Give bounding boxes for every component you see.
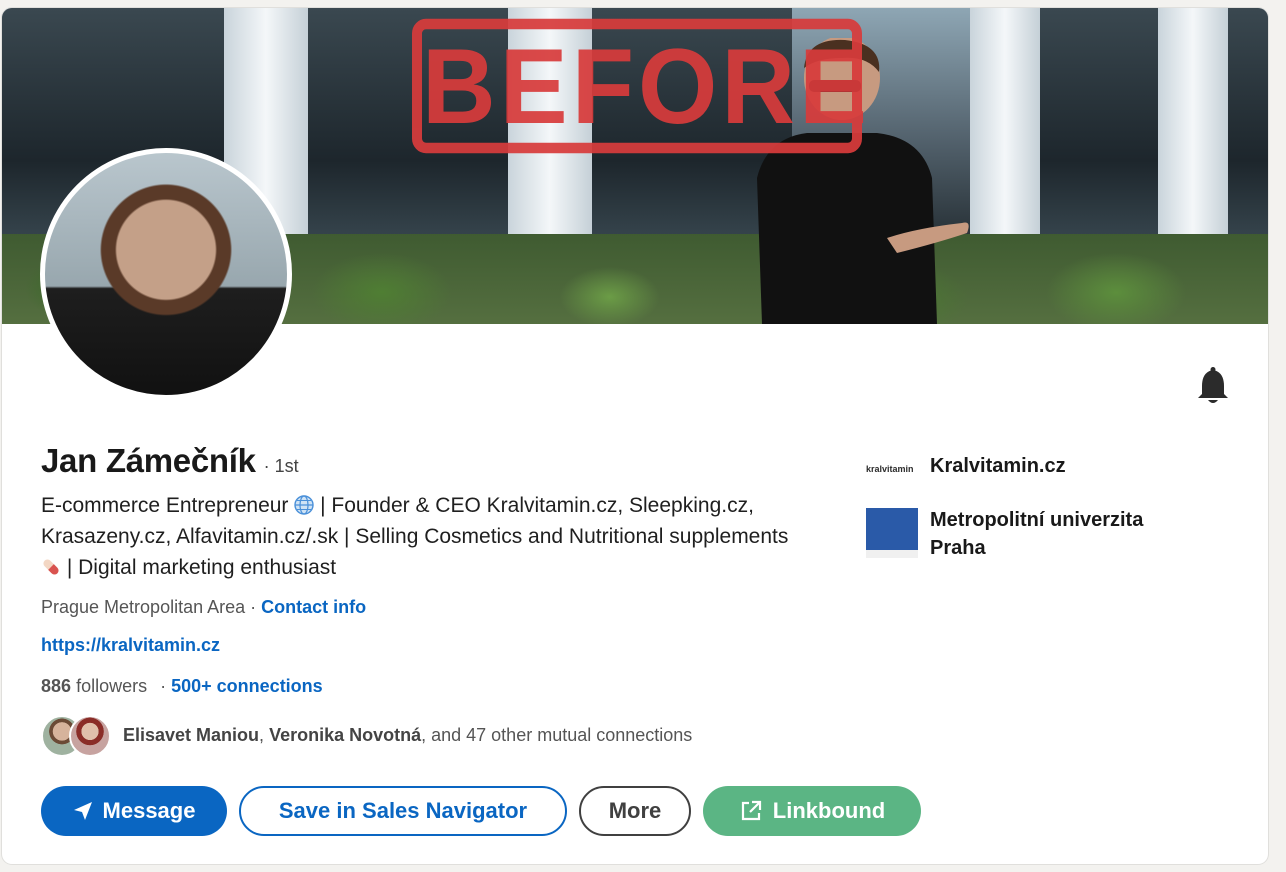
website-link[interactable]: https://kralvitamin.cz [41, 635, 220, 655]
profile-card: BEFORE Jan Zámečník · 1st E-commerce Ent… [2, 8, 1268, 864]
mutual-avatar [69, 715, 111, 757]
globe-icon [294, 495, 314, 515]
followers-row: 886 followers · 500+ connections [41, 676, 323, 697]
connection-degree: · 1st [263, 456, 299, 476]
separator-dot: · [160, 676, 167, 696]
profile-avatar[interactable] [40, 148, 292, 400]
company-logo: kralvitamin [866, 464, 914, 474]
pill-icon [43, 559, 59, 575]
before-stamp: BEFORE [412, 18, 867, 154]
mutual-connections[interactable]: Elisavet Maniou, Veronika Novotná, and 4… [41, 713, 692, 757]
more-button[interactable]: More [579, 786, 691, 836]
headline-text-3: | Digital marketing enthusiast [66, 556, 337, 579]
website-row: https://kralvitamin.cz [41, 635, 220, 656]
company-item[interactable]: kralvitamin Kralvitamin.cz [866, 452, 1190, 484]
location-text: Prague Metropolitan Area [41, 597, 246, 617]
mutual-name-1: Elisavet Maniou [123, 724, 260, 745]
school-logo [866, 508, 918, 558]
save-sales-navigator-button[interactable]: Save in Sales Navigator [239, 786, 567, 836]
contact-info-link[interactable]: Contact info [261, 597, 366, 617]
company-name: Kralvitamin.cz [930, 455, 1066, 477]
connections-link[interactable]: 500+ connections [171, 676, 323, 696]
mutual-name-2: Veronika Novotná [269, 724, 422, 745]
experience-summary: kralvitamin Kralvitamin.cz Metropolitní … [866, 452, 1190, 584]
profile-headline: E-commerce Entrepreneur | Founder & CEO … [41, 490, 801, 583]
school-item[interactable]: Metropolitní univerzita Praha [866, 506, 1190, 562]
followers-label: followers [76, 676, 148, 696]
message-button[interactable]: Message [41, 786, 227, 836]
linkbound-button[interactable]: Linkbound [703, 786, 921, 836]
mutual-rest: , and 47 other mutual connections [421, 724, 693, 745]
school-name: Metropolitní univerzita Praha [930, 509, 1144, 559]
followers-count: 886 [41, 676, 72, 696]
send-icon [73, 802, 92, 820]
mutual-avatars [41, 713, 115, 757]
location-row: Prague Metropolitan Area · Contact info [41, 597, 367, 617]
name-row: Jan Zámečník · 1st [41, 442, 299, 480]
bell-icon[interactable] [1196, 366, 1230, 406]
external-link-icon [741, 800, 761, 821]
action-buttons: Message Save in Sales Navigator More Lin… [41, 786, 921, 836]
profile-name: Jan Zámečník [41, 442, 256, 479]
headline-text-1: E-commerce Entrepreneur [41, 494, 289, 517]
